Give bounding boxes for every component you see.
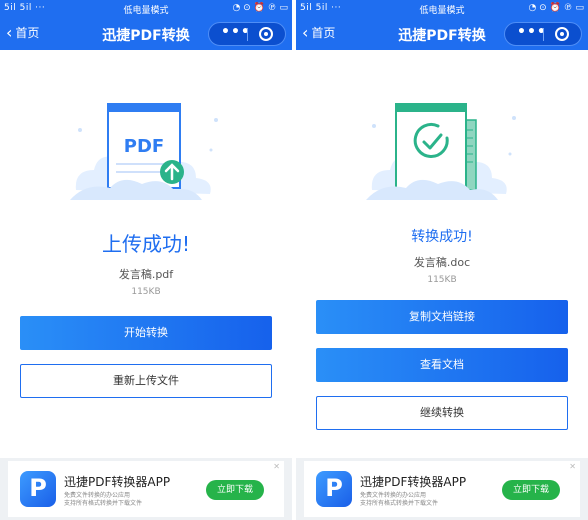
- capsule-divider: [247, 28, 248, 41]
- promo-description-2: 支持所有格式转换并下载文件: [64, 500, 143, 507]
- mini-program-capsule: •••: [504, 22, 582, 46]
- status-icons: ◔ ⊙ ⏰ ℗ ▭: [232, 3, 288, 13]
- file-name: 发言稿.doc: [413, 256, 471, 269]
- success-message: 上传成功!: [101, 232, 191, 256]
- close-icon[interactable]: ✕: [569, 462, 576, 471]
- nav-bar: ‹ 首页 迅捷PDF转换 •••: [296, 18, 588, 50]
- file-size: 115KB: [427, 275, 457, 285]
- file-size: 115KB: [131, 287, 161, 297]
- convert-illustration: [366, 103, 516, 200]
- mini-program-capsule: •••: [208, 22, 286, 46]
- promo-app-name: 迅捷PDF转换器APP: [64, 475, 171, 489]
- start-convert-button[interactable]: 开始转换: [20, 316, 272, 350]
- copy-link-button[interactable]: 复制文档链接: [316, 300, 568, 334]
- app-promo-banner: P 迅捷PDF转换器APP 免费文件转换的办公应用 支持所有格式转换并下载文件 …: [296, 458, 588, 520]
- close-mini-program-icon[interactable]: [259, 27, 273, 41]
- app-logo-icon: P: [316, 471, 352, 507]
- status-bar: 5il 5il ··· 低电量模式 ◔ ⊙ ⏰ ℗ ▭: [296, 0, 588, 18]
- logo-letter: P: [325, 474, 343, 502]
- status-bar: 5il 5il ··· 低电量模式 ◔ ⊙ ⏰ ℗ ▭: [0, 0, 292, 18]
- close-mini-program-icon[interactable]: [555, 27, 569, 41]
- success-message: 转换成功!: [411, 229, 473, 245]
- promo-app-name: 迅捷PDF转换器APP: [360, 475, 467, 489]
- upload-illustration: PDF: [70, 103, 218, 200]
- continue-convert-button[interactable]: 继续转换: [316, 396, 568, 430]
- close-icon[interactable]: ✕: [273, 462, 280, 471]
- promo-description-2: 支持所有格式转换并下载文件: [360, 500, 439, 507]
- promo-card: P 迅捷PDF转换器APP 免费文件转换的办公应用 支持所有格式转换并下载文件 …: [304, 461, 580, 517]
- pdf-doc-label: PDF: [124, 136, 164, 157]
- upload-success-screen: 5il 5il ··· 低电量模式 ◔ ⊙ ⏰ ℗ ▭ ‹ 首页 迅捷PDF转换…: [0, 0, 292, 520]
- download-button[interactable]: 立即下载: [206, 480, 264, 500]
- app-logo-icon: P: [20, 471, 56, 507]
- nav-bar: ‹ 首页 迅捷PDF转换 •••: [0, 18, 292, 50]
- status-icons: ◔ ⊙ ⏰ ℗ ▭: [528, 3, 584, 13]
- app-promo-banner: P 迅捷PDF转换器APP 免费文件转换的办公应用 支持所有格式转换并下载文件 …: [0, 458, 292, 520]
- capsule-divider: [543, 28, 544, 41]
- reupload-button[interactable]: 重新上传文件: [20, 364, 272, 398]
- convert-success-screen: 5il 5il ··· 低电量模式 ◔ ⊙ ⏰ ℗ ▭ ‹ 首页 迅捷PDF转换…: [296, 0, 588, 520]
- file-name: 发言稿.pdf: [118, 268, 174, 281]
- promo-card: P 迅捷PDF转换器APP 免费文件转换的办公应用 支持所有格式转换并下载文件 …: [8, 461, 284, 517]
- logo-letter: P: [29, 474, 47, 502]
- view-document-button[interactable]: 查看文档: [316, 348, 568, 382]
- download-button[interactable]: 立即下载: [502, 480, 560, 500]
